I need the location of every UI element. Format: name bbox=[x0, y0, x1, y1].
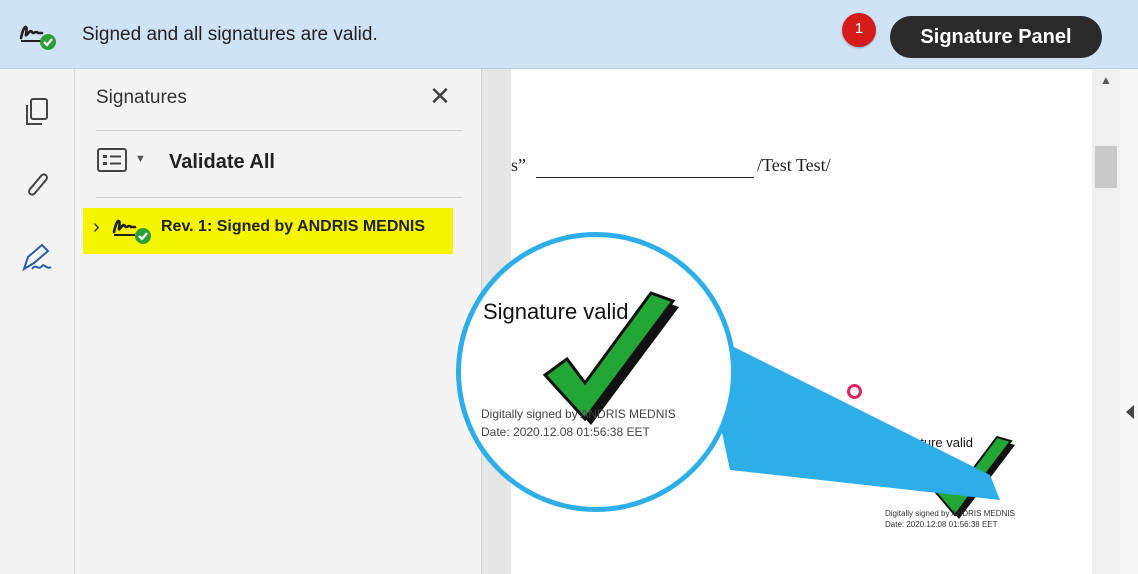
revision-row[interactable]: › Rev. 1: Signed by ANDRIS MEDNIS bbox=[83, 208, 453, 254]
magnified-signed-by: Digitally signed by ANDRIS MEDNIS bbox=[481, 407, 676, 421]
scroll-thumb[interactable] bbox=[1095, 146, 1117, 188]
signature-signed-by: Digitally signed by ANDRIS MEDNIS bbox=[885, 509, 1015, 518]
chevron-down-icon[interactable]: ▼ bbox=[135, 153, 146, 165]
revision-label: Rev. 1: Signed by ANDRIS MEDNIS bbox=[161, 218, 426, 235]
magnifier-callout: Signature valid Digitally signed by ANDR… bbox=[456, 232, 736, 512]
signature-panel-button[interactable]: Signature Panel bbox=[890, 16, 1102, 58]
chevron-right-icon[interactable]: › bbox=[93, 216, 100, 239]
magnified-date: Date: 2020.12.08 01:56:38 EET bbox=[481, 425, 650, 439]
vertical-scrollbar[interactable]: ▲ bbox=[1092, 69, 1120, 574]
divider bbox=[96, 197, 462, 198]
signature-status-bar: Signed and all signatures are valid. 1 S… bbox=[0, 0, 1138, 69]
right-pane-toggle[interactable] bbox=[1120, 69, 1138, 574]
signature-line bbox=[536, 177, 754, 178]
cursor-marker bbox=[847, 384, 862, 399]
chevron-left-icon[interactable] bbox=[1126, 405, 1134, 419]
scroll-up-icon[interactable]: ▲ bbox=[1100, 73, 1112, 87]
text-fragment: s” bbox=[511, 155, 526, 175]
signature-valid-icon bbox=[19, 25, 56, 50]
panel-title: Signatures bbox=[96, 87, 187, 108]
paperclip-icon[interactable] bbox=[20, 167, 54, 201]
close-icon[interactable]: ✕ bbox=[425, 81, 455, 111]
signature-pen-icon[interactable] bbox=[20, 241, 54, 275]
copy-pages-icon[interactable] bbox=[20, 95, 54, 129]
validate-all-button[interactable]: Validate All bbox=[169, 151, 275, 174]
step-badge: 1 bbox=[842, 13, 876, 47]
signature-valid-icon bbox=[112, 219, 151, 244]
tool-rail bbox=[0, 69, 75, 574]
signer-name-text: /Test Test/ bbox=[757, 155, 831, 175]
signature-date: Date: 2020.12.08 01:56:38 EET bbox=[885, 520, 998, 529]
divider bbox=[96, 130, 462, 131]
list-options-icon[interactable] bbox=[96, 147, 130, 175]
signatures-panel: Signatures ✕ ▼ Validate All › Rev. 1: Si… bbox=[75, 69, 482, 574]
status-message: Signed and all signatures are valid. bbox=[82, 24, 378, 45]
